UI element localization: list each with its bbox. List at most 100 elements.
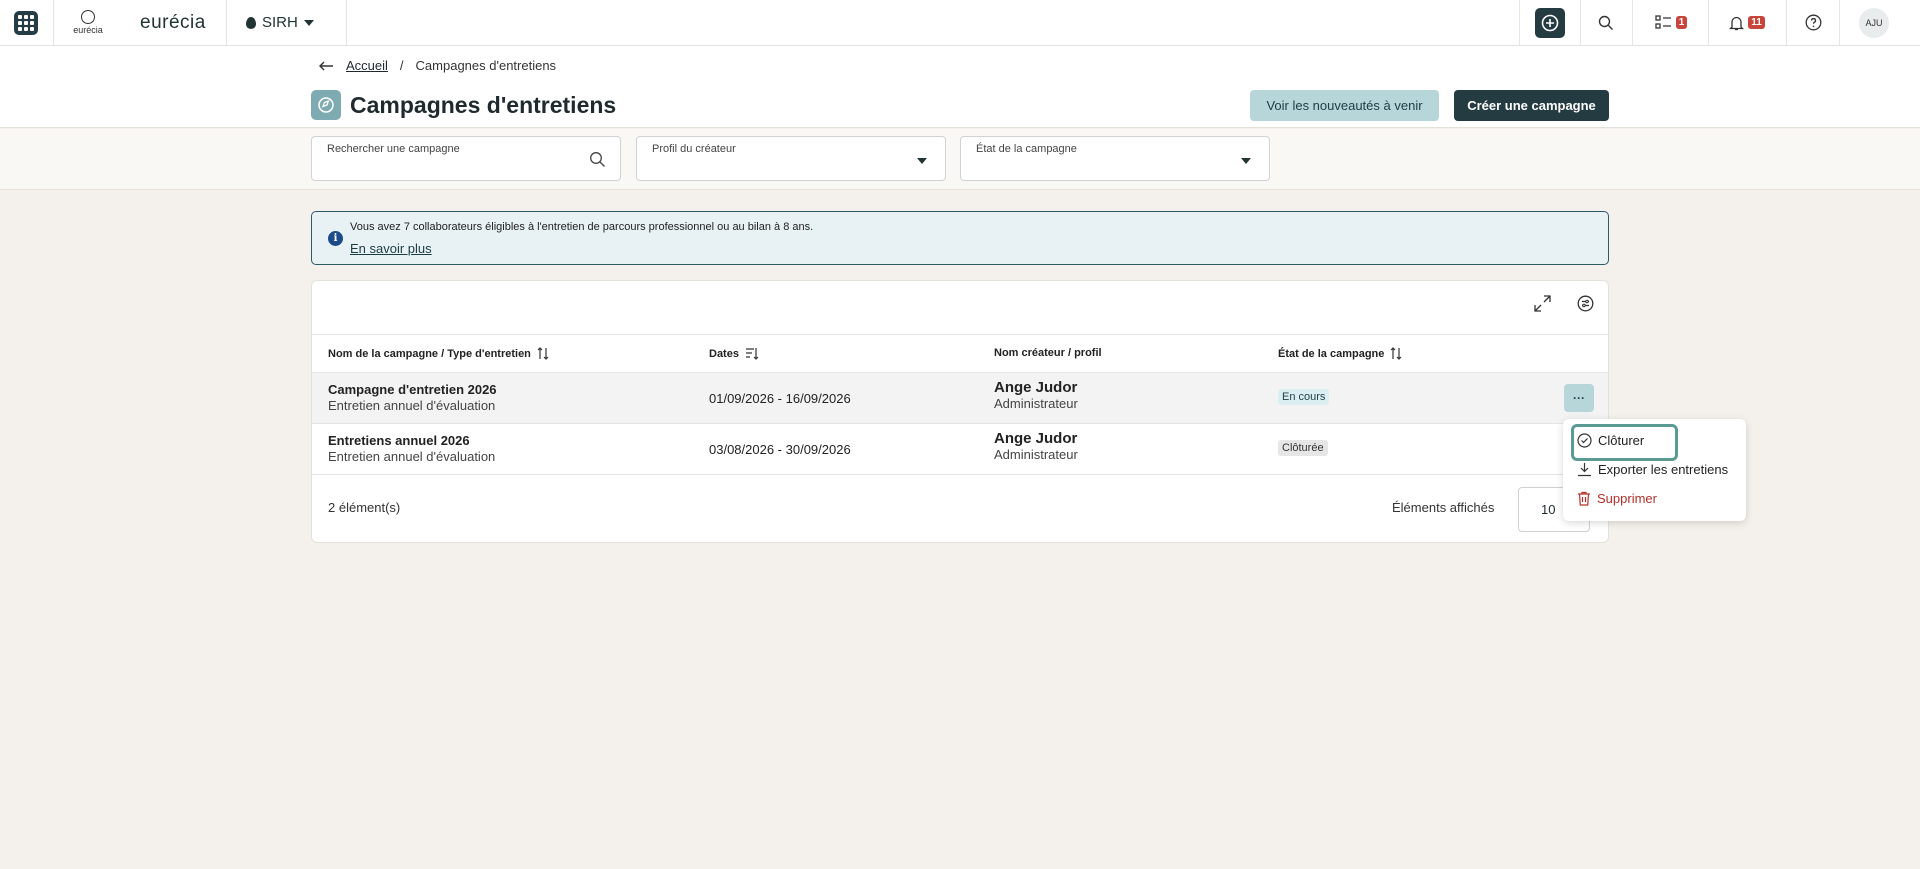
info-banner: i Vous avez 7 collaborateurs éligibles à… xyxy=(311,211,1609,265)
search-campaign-label: Rechercher une campagne xyxy=(327,143,460,155)
interview-icon xyxy=(311,90,341,120)
top-bar: eurécia eurécia SIRH 1 11 AJU xyxy=(0,0,1920,46)
breadcrumb-current: Campagnes d'entretiens xyxy=(415,58,557,73)
expand-icon[interactable] xyxy=(1534,295,1551,312)
download-icon xyxy=(1578,463,1591,477)
title-block: Campagnes d'entretiens xyxy=(311,90,616,120)
row-actions-menu: Clôturer Exporter les entretiens Supprim… xyxy=(1563,419,1746,521)
column-header-state[interactable]: État de la campagne xyxy=(1278,347,1402,360)
campaign-cell: Campagne d'entretien 2026 Entretien annu… xyxy=(328,382,497,414)
brand-name: eurécia xyxy=(140,11,206,33)
menu-item-export-label: Exporter les entretiens xyxy=(1598,462,1729,477)
breadcrumb: Accueil / Campagnes d'entretiens xyxy=(318,58,556,73)
view-upcoming-news-button[interactable]: Voir les nouveautés à venir xyxy=(1250,90,1439,121)
sort-descending-icon xyxy=(745,348,759,360)
trash-icon xyxy=(1578,491,1590,506)
menu-item-delete[interactable]: Supprimer xyxy=(1577,491,1657,506)
column-header-name[interactable]: Nom de la campagne / Type d'entretien xyxy=(328,347,549,360)
divider xyxy=(1708,0,1709,45)
menu-item-close-label: Clôturer xyxy=(1598,433,1645,448)
creator-profile-label: Profil du créateur xyxy=(652,143,736,155)
avatar: AJU xyxy=(1859,7,1889,38)
campaign-cell: Entretiens annuel 2026 Entretien annuel … xyxy=(328,433,495,465)
smiley-icon xyxy=(81,10,95,24)
table-header: Nom de la campagne / Type d'entretien Da… xyxy=(312,334,1608,373)
eurecia-logo[interactable]: eurécia xyxy=(66,0,110,45)
column-header-dates[interactable]: Dates xyxy=(709,347,759,360)
divider xyxy=(1519,0,1520,45)
bell-icon xyxy=(1729,16,1745,30)
drop-icon xyxy=(246,16,256,29)
caret-down-icon xyxy=(303,19,314,26)
table-tools xyxy=(1534,295,1594,312)
status-badge: Clôturée xyxy=(1278,440,1328,456)
column-settings-icon[interactable] xyxy=(1577,295,1594,312)
apps-menu-button[interactable] xyxy=(12,0,40,45)
divider xyxy=(1786,0,1787,45)
creator-cell: Ange Judor Administrateur xyxy=(994,431,1078,463)
items-per-page-label: Éléments affichés xyxy=(1392,500,1495,515)
creator-profile: Administrateur xyxy=(994,447,1078,462)
campaigns-table-card: Nom de la campagne / Type d'entretien Da… xyxy=(311,280,1609,543)
help-icon xyxy=(1805,14,1821,31)
sort-icon xyxy=(1390,347,1402,360)
info-text: Vous avez 7 collaborateurs éligibles à l… xyxy=(350,221,814,233)
check-circle-icon xyxy=(1577,433,1592,448)
breadcrumb-home-link[interactable]: Accueil xyxy=(346,58,388,73)
column-header-state-label: État de la campagne xyxy=(1278,347,1385,360)
menu-item-export[interactable]: Exporter les entretiens xyxy=(1577,462,1728,477)
creator-profile-select[interactable]: Profil du créateur xyxy=(636,136,946,181)
column-header-creator: Nom créateur / profil xyxy=(994,347,1102,359)
interview-type: Entretien annuel d'évaluation xyxy=(328,449,496,464)
info-icon: i xyxy=(328,231,343,246)
table-row[interactable]: Entretiens annuel 2026 Entretien annuel … xyxy=(312,424,1608,475)
apps-grid-icon xyxy=(14,10,38,35)
search-campaign-input[interactable]: Rechercher une campagne xyxy=(311,136,621,181)
sort-icon xyxy=(537,347,549,360)
notifications-button[interactable]: 11 xyxy=(1722,0,1772,45)
divider xyxy=(346,0,347,45)
creator-name: Ange Judor xyxy=(994,430,1078,447)
search-icon xyxy=(1598,15,1613,30)
logo-caption: eurécia xyxy=(73,25,103,35)
page-title: Campagnes d'entretiens xyxy=(350,91,617,118)
creator-profile: Administrateur xyxy=(994,396,1078,411)
search-button[interactable] xyxy=(1592,0,1620,45)
quick-add-button[interactable] xyxy=(1535,0,1565,45)
search-icon xyxy=(590,152,605,167)
menu-item-delete-label: Supprimer xyxy=(1597,491,1657,506)
status-badge: En cours xyxy=(1278,389,1330,405)
creator-cell: Ange Judor Administrateur xyxy=(994,380,1078,412)
user-menu[interactable]: AJU xyxy=(1854,0,1894,45)
column-header-creator-label: Nom créateur / profil xyxy=(994,347,1102,359)
tasks-button[interactable]: 1 xyxy=(1648,0,1694,45)
plus-circle-icon xyxy=(1541,14,1559,31)
divider xyxy=(1580,0,1581,45)
module-selector[interactable]: SIRH xyxy=(246,0,314,45)
checklist-icon xyxy=(1655,14,1671,29)
notifications-badge: 11 xyxy=(1748,16,1765,29)
learn-more-link[interactable]: En savoir plus xyxy=(350,241,432,256)
back-arrow-icon[interactable] xyxy=(318,61,334,71)
table-row[interactable]: Campagne d'entretien 2026 Entretien annu… xyxy=(312,373,1608,424)
campaign-dates: 03/08/2026 - 30/09/2026 xyxy=(709,442,851,457)
tasks-badge: 1 xyxy=(1675,16,1688,29)
create-campaign-button[interactable]: Créer une campagne xyxy=(1454,90,1609,121)
interview-type: Entretien annuel d'évaluation xyxy=(328,398,496,413)
divider xyxy=(226,0,227,45)
module-label: SIRH xyxy=(262,14,298,31)
campaign-name: Campagne d'entretien 2026 xyxy=(328,382,497,397)
campaign-name: Entretiens annuel 2026 xyxy=(328,433,470,448)
row-actions-button[interactable]: ··· xyxy=(1564,384,1594,412)
campaign-state-select[interactable]: État de la campagne xyxy=(960,136,1270,181)
divider xyxy=(53,0,54,45)
campaign-state-label: État de la campagne xyxy=(976,143,1077,155)
creator-name: Ange Judor xyxy=(994,379,1078,396)
page-header: Accueil / Campagnes d'entretiens Campagn… xyxy=(0,46,1920,128)
divider xyxy=(1839,0,1840,45)
help-button[interactable] xyxy=(1799,0,1827,45)
campaign-dates: 01/09/2026 - 16/09/2026 xyxy=(709,391,851,406)
caret-down-icon xyxy=(1241,158,1251,164)
breadcrumb-separator: / xyxy=(399,58,404,73)
menu-item-close[interactable]: Clôturer xyxy=(1577,433,1644,448)
